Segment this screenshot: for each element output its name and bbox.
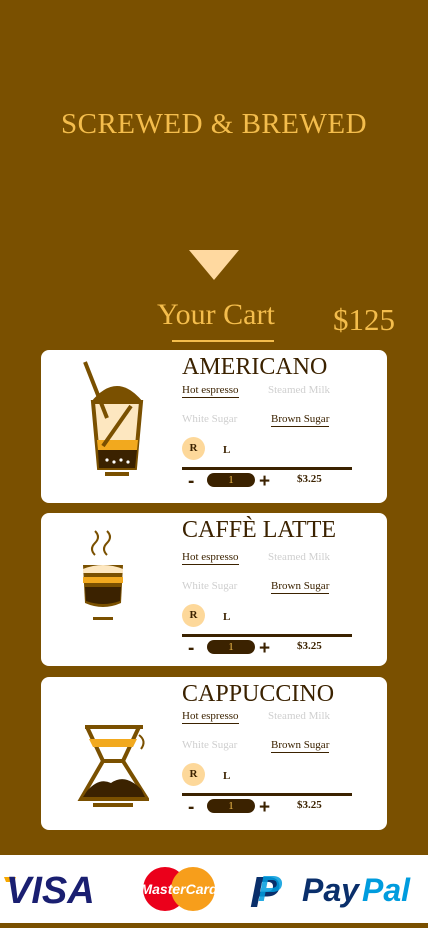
option-steamed-milk[interactable]: Steamed Milk bbox=[268, 384, 330, 396]
mastercard-text: MasterCard bbox=[140, 881, 217, 897]
product-name: CAFFÈ LATTE bbox=[182, 517, 337, 543]
cart-item-cappuccino: CAPPUCCINO Hot espresso Steamed Milk Whi… bbox=[41, 677, 387, 830]
latte-cup-icon bbox=[83, 530, 123, 620]
option-brown-sugar[interactable]: Brown Sugar bbox=[271, 739, 330, 753]
option-white-sugar[interactable]: White Sugar bbox=[182, 580, 237, 592]
decrease-quantity-button[interactable]: - bbox=[188, 472, 194, 491]
cart-item-americano: AMERICANO Hot espresso Steamed Milk Whit… bbox=[41, 350, 387, 503]
mastercard-icon[interactable]: MasterCard bbox=[140, 867, 218, 911]
paypal-icon[interactable]: P P Pay Pal bbox=[250, 868, 411, 917]
brand-title: SCREWED & BREWED bbox=[60, 108, 368, 140]
item-price: $3.25 bbox=[297, 799, 322, 811]
paypal-text-pay: Pay bbox=[302, 872, 361, 908]
payment-logos: VISA MasterCard P P Pay Pal bbox=[4, 867, 411, 917]
item-divider bbox=[182, 634, 352, 637]
decrease-quantity-button[interactable]: - bbox=[188, 639, 194, 658]
option-steamed-milk[interactable]: Steamed Milk bbox=[268, 710, 330, 722]
americano-glass-icon bbox=[83, 361, 144, 476]
size-regular-button[interactable]: R bbox=[182, 763, 205, 786]
product-name: AMERICANO bbox=[182, 354, 328, 380]
size-regular-button[interactable]: R bbox=[182, 437, 205, 460]
item-divider bbox=[182, 467, 352, 470]
item-price: $3.25 bbox=[297, 640, 322, 652]
paypal-text-pal: Pal bbox=[362, 872, 411, 908]
payment-methods-bar: VISA MasterCard P P Pay Pal bbox=[0, 855, 428, 923]
visa-icon[interactable]: VISA bbox=[4, 870, 95, 912]
option-hot-espresso[interactable]: Hot espresso bbox=[182, 384, 239, 398]
quantity-display: 1 bbox=[207, 799, 255, 813]
option-white-sugar[interactable]: White Sugar bbox=[182, 413, 237, 425]
cart-total: $125 bbox=[333, 302, 395, 337]
expand-triangle-icon[interactable] bbox=[189, 250, 239, 280]
option-hot-espresso[interactable]: Hot espresso bbox=[182, 551, 239, 565]
size-regular-button[interactable]: R bbox=[182, 604, 205, 627]
size-large-button[interactable]: L bbox=[223, 444, 230, 456]
decrease-quantity-button[interactable]: - bbox=[188, 798, 194, 817]
option-steamed-milk[interactable]: Steamed Milk bbox=[268, 551, 330, 563]
option-hot-espresso[interactable]: Hot espresso bbox=[182, 710, 239, 724]
quantity-display: 1 bbox=[207, 640, 255, 654]
product-name: CAPPUCCINO bbox=[182, 681, 335, 707]
cart-title-underline bbox=[172, 340, 274, 342]
svg-text:P: P bbox=[258, 868, 283, 909]
visa-text: VISA bbox=[6, 870, 95, 912]
option-brown-sugar[interactable]: Brown Sugar bbox=[271, 413, 330, 427]
item-divider bbox=[182, 793, 352, 796]
size-large-button[interactable]: L bbox=[223, 611, 230, 623]
cart-item-caffe-latte: CAFFÈ LATTE Hot espresso Steamed Milk Wh… bbox=[41, 513, 387, 666]
increase-quantity-button[interactable]: + bbox=[259, 472, 270, 491]
quantity-display: 1 bbox=[207, 473, 255, 487]
size-large-button[interactable]: L bbox=[223, 770, 230, 782]
option-brown-sugar[interactable]: Brown Sugar bbox=[271, 580, 330, 594]
cappuccino-pourover-icon bbox=[77, 725, 149, 807]
option-white-sugar[interactable]: White Sugar bbox=[182, 739, 237, 751]
increase-quantity-button[interactable]: + bbox=[259, 639, 270, 658]
item-price: $3.25 bbox=[297, 473, 322, 485]
increase-quantity-button[interactable]: + bbox=[259, 798, 270, 817]
cart-title: Your Cart bbox=[157, 298, 275, 331]
